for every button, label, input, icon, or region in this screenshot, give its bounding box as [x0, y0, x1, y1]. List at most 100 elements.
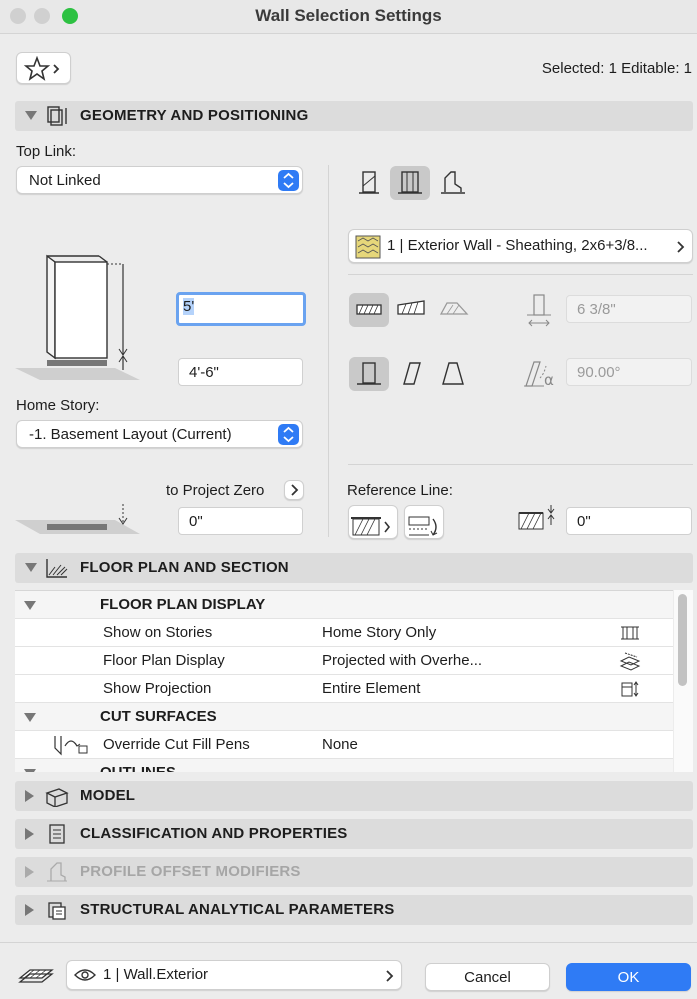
row-value: Entire Element	[322, 680, 421, 697]
section-classification-label: CLASSIFICATION AND PROPERTIES	[80, 825, 348, 842]
vertical-wall-button[interactable]	[349, 357, 389, 391]
group-label: CUT SURFACES	[100, 708, 217, 725]
eye-icon	[74, 969, 96, 981]
section-structural-label: STRUCTURAL ANALYTICAL PARAMETERS	[80, 901, 395, 918]
basic-wall-icon	[356, 304, 382, 315]
group-label: OUTLINES	[100, 764, 176, 772]
straight-wall-icon	[359, 171, 379, 194]
composite-pattern-icon	[355, 235, 381, 259]
table-row[interactable]: Show on Stories Home Story Only	[15, 619, 673, 647]
table-group-outlines[interactable]: OUTLINES	[15, 759, 673, 772]
top-link-value: Not Linked	[29, 172, 101, 189]
divider	[348, 464, 693, 465]
reference-line-icon	[351, 517, 391, 536]
project-zero-menu-button[interactable]	[284, 480, 304, 500]
wall-thickness-input[interactable]: 6 3/8"	[566, 295, 692, 323]
collapse-triangle-icon	[24, 713, 36, 722]
project-zero-label: to Project Zero	[166, 482, 265, 499]
table-group-floor-plan-display[interactable]: FLOOR PLAN DISPLAY	[15, 591, 673, 619]
table-row[interactable]: Override Cut Fill Pens None	[15, 731, 673, 759]
section-geometry[interactable]: GEOMETRY AND POSITIONING	[15, 101, 693, 131]
section-model[interactable]: MODEL	[15, 781, 693, 811]
wall-thickness-icon	[527, 294, 551, 327]
reference-offset-icon	[518, 505, 555, 530]
flip-icon	[408, 516, 438, 536]
polygon-wall-icon[interactable]	[433, 293, 473, 327]
flip-reference-line-button[interactable]	[404, 505, 444, 539]
sloped-wall-icon	[398, 171, 422, 194]
section-floor-plan[interactable]: FLOOR PLAN AND SECTION	[15, 553, 693, 583]
chevron-right-icon	[677, 241, 685, 253]
polygonal-wall-button[interactable]	[433, 166, 473, 200]
table-row[interactable]: Floor Plan Display Projected with Overhe…	[15, 647, 673, 675]
straight-wall-button[interactable]	[349, 166, 389, 200]
ok-button[interactable]: OK	[566, 963, 691, 991]
expand-triangle-icon	[25, 904, 34, 916]
top-link-select[interactable]: Not Linked	[16, 166, 303, 194]
profile-offset-icon	[47, 862, 67, 882]
divider	[348, 274, 693, 275]
expand-triangle-icon	[25, 790, 34, 802]
sloped-wall-button[interactable]	[390, 166, 430, 200]
trapezoid-wall-icon[interactable]	[392, 293, 432, 327]
floor-plan-icon	[46, 559, 68, 578]
structural-icon	[48, 902, 66, 920]
favorites-button[interactable]	[16, 52, 71, 84]
row-name: Show on Stories	[103, 624, 213, 641]
table-group-cut-surfaces[interactable]: CUT SURFACES	[15, 703, 673, 731]
vertical-wall-icon	[357, 362, 381, 385]
group-label: FLOOR PLAN DISPLAY	[100, 596, 266, 613]
model-icon	[45, 788, 69, 807]
double-slanted-wall-icon[interactable]	[433, 357, 473, 391]
basic-structure-button[interactable]	[349, 293, 389, 327]
row-value: None	[322, 736, 358, 753]
row-name: Show Projection	[103, 680, 212, 697]
composite-value: 1 | Exterior Wall - Sheathing, 2x6+3/8..…	[387, 237, 648, 254]
home-story-value: -1. Basement Layout (Current)	[29, 426, 232, 443]
reference-line-label: Reference Line:	[347, 482, 453, 499]
wall-height-value: 5'	[183, 298, 195, 315]
override-pens-icon	[54, 736, 88, 756]
expand-triangle-icon	[25, 866, 34, 878]
row-name: Floor Plan Display	[103, 652, 225, 669]
wall-angle-input[interactable]: 90.00°	[566, 358, 692, 386]
cancel-button[interactable]: Cancel	[425, 963, 550, 991]
section-classification[interactable]: CLASSIFICATION AND PROPERTIES	[15, 819, 693, 849]
layer-select[interactable]: 1 | Wall.Exterior	[66, 960, 402, 990]
bottom-offset-input[interactable]: 4'-6"	[178, 358, 303, 386]
wall-angle-icon: α	[524, 361, 554, 389]
wall-height-input[interactable]: 5'	[176, 292, 306, 326]
section-structural[interactable]: STRUCTURAL ANALYTICAL PARAMETERS	[15, 895, 693, 925]
layer-value: 1 | Wall.Exterior	[103, 966, 209, 983]
scrollbar-thumb[interactable]	[678, 594, 687, 686]
expand-triangle-icon	[25, 828, 34, 840]
row-value: Projected with Overhe...	[322, 652, 483, 669]
window-title: Wall Selection Settings	[255, 6, 442, 25]
collapse-triangle-icon	[24, 601, 36, 610]
collapse-triangle-icon	[24, 769, 36, 772]
chevron-right-icon	[386, 970, 394, 982]
reference-offset-input[interactable]: 0"	[566, 507, 692, 535]
geometry-icon	[47, 106, 67, 126]
table-scrollbar[interactable]	[674, 590, 693, 772]
classification-icon	[49, 824, 65, 844]
project-zero-input[interactable]: 0"	[178, 507, 303, 535]
floor-plan-table: FLOOR PLAN DISPLAY Show on Stories Home …	[15, 590, 673, 772]
wall-height-diagram-icon	[15, 254, 140, 380]
section-model-label: MODEL	[80, 787, 136, 804]
table-row[interactable]: Show Projection Entire Element	[15, 675, 673, 703]
section-profile-offset: PROFILE OFFSET MODIFIERS	[15, 857, 693, 887]
slanted-wall-icon[interactable]	[392, 357, 432, 391]
footer-divider	[0, 942, 697, 943]
home-story-select[interactable]: -1. Basement Layout (Current)	[16, 420, 303, 448]
composite-select[interactable]: 1 | Exterior Wall - Sheathing, 2x6+3/8..…	[348, 229, 693, 263]
chevron-right-icon	[291, 484, 299, 496]
svg-text:α: α	[544, 371, 554, 389]
projection-icon	[621, 681, 639, 697]
stories-icon	[621, 626, 639, 640]
reference-line-location-button[interactable]	[348, 505, 398, 539]
collapse-triangle-icon	[25, 563, 37, 572]
stepper-arrows-icon	[278, 170, 299, 191]
row-value: Home Story Only	[322, 624, 437, 641]
home-story-label: Home Story:	[16, 397, 100, 414]
